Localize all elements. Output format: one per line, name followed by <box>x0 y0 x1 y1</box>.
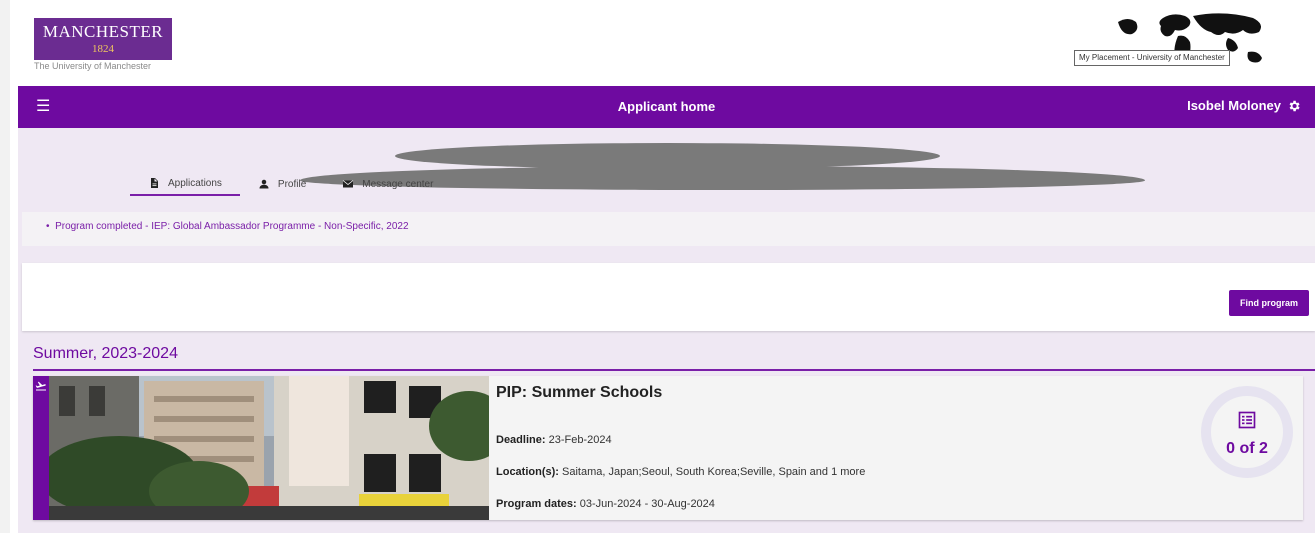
progress-text: 0 of 2 <box>1226 440 1268 457</box>
season-divider <box>33 369 1315 371</box>
dates-value: 03-Jun-2024 - 30-Aug-2024 <box>579 498 715 510</box>
program-dates: Program dates: 03-Jun-2024 - 30-Aug-2024 <box>496 498 715 510</box>
logo-subtitle: The University of Manchester <box>34 61 152 71</box>
completed-program-link[interactable]: • Program completed - IEP: Global Ambass… <box>46 221 409 232</box>
list-icon <box>1238 411 1256 429</box>
left-rail <box>0 0 10 533</box>
plane-icon <box>35 381 46 391</box>
deadline-value: 23-Feb-2024 <box>548 434 612 446</box>
tab-bar: Applications Profile Message center <box>130 172 451 200</box>
tab-label: Message center <box>362 178 434 190</box>
gear-icon[interactable] <box>1287 99 1301 113</box>
season-heading: Summer, 2023-2024 <box>33 345 178 362</box>
user-name: Isobel Moloney <box>1187 98 1281 113</box>
person-icon <box>259 179 269 189</box>
page: MANCHESTER 1824 The University of Manche… <box>0 0 1315 533</box>
page-title: Applicant home <box>617 99 716 114</box>
completed-programs: • Program completed - IEP: Global Ambass… <box>22 212 1315 246</box>
world-map-icon <box>1118 13 1262 65</box>
program-deadline: Deadline: 23-Feb-2024 <box>496 434 612 446</box>
location-label: Location(s): <box>496 466 559 478</box>
program-location: Location(s): Saitama, Japan;Seoul, South… <box>496 466 865 478</box>
tab-profile[interactable]: Profile <box>240 172 324 196</box>
dates-label: Program dates: <box>496 498 577 510</box>
tab-label: Applications <box>168 177 222 189</box>
logo-name: MANCHESTER <box>42 22 164 41</box>
user-menu[interactable]: Isobel Moloney <box>1187 98 1301 113</box>
program-title[interactable]: PIP: Summer Schools <box>496 384 662 402</box>
envelope-icon <box>343 180 354 188</box>
program-photo <box>49 376 489 520</box>
logo-year: 1824 <box>92 43 114 55</box>
program-card[interactable]: PIP: Summer Schools Deadline: 23-Feb-202… <box>33 376 1303 520</box>
tab-applications[interactable]: Applications <box>130 172 240 196</box>
tab-message-center[interactable]: Message center <box>324 172 451 196</box>
find-program-button[interactable]: Find program <box>1229 290 1309 316</box>
top-navbar: ☰ Applicant home Isobel Moloney <box>18 86 1315 128</box>
application-progress[interactable]: 0 of 2 <box>1201 386 1293 478</box>
deadline-label: Deadline: <box>496 434 546 446</box>
redaction-shape <box>395 143 940 169</box>
tab-label: Profile <box>277 178 307 190</box>
placement-label: My Placement - University of Manchester <box>1074 50 1230 66</box>
completed-program-text: Program completed - IEP: Global Ambassad… <box>55 221 409 232</box>
find-program-card: Find program <box>22 263 1315 331</box>
university-logo[interactable]: MANCHESTER 1824 <box>34 18 172 60</box>
location-value: Saitama, Japan;Seoul, South Korea;Sevill… <box>562 466 866 478</box>
document-icon <box>151 178 158 188</box>
program-type-strip <box>33 376 49 520</box>
